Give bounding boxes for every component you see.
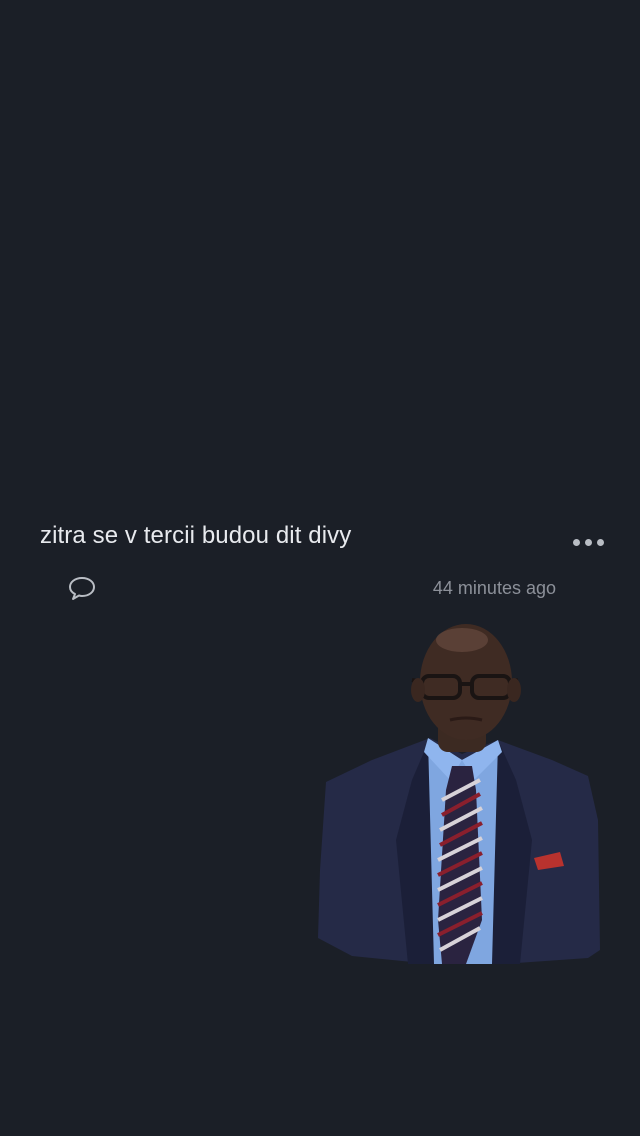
post-text: zitra se v tercii budou dit divy xyxy=(40,522,352,549)
post: zitra se v tercii budou dit divy 44 minu… xyxy=(0,500,640,640)
ellipsis-icon xyxy=(572,538,580,546)
speech-bubble-icon xyxy=(69,577,95,600)
ellipsis-icon xyxy=(596,538,604,546)
more-options-button[interactable] xyxy=(566,530,610,554)
ellipsis-icon xyxy=(584,538,592,546)
man-in-suit-sticker xyxy=(318,624,600,964)
post-timestamp: 44 minutes ago xyxy=(432,578,556,598)
comment-button[interactable] xyxy=(64,572,100,604)
screen: zitra se v tercii budou dit divy 44 minu… xyxy=(0,0,640,1136)
